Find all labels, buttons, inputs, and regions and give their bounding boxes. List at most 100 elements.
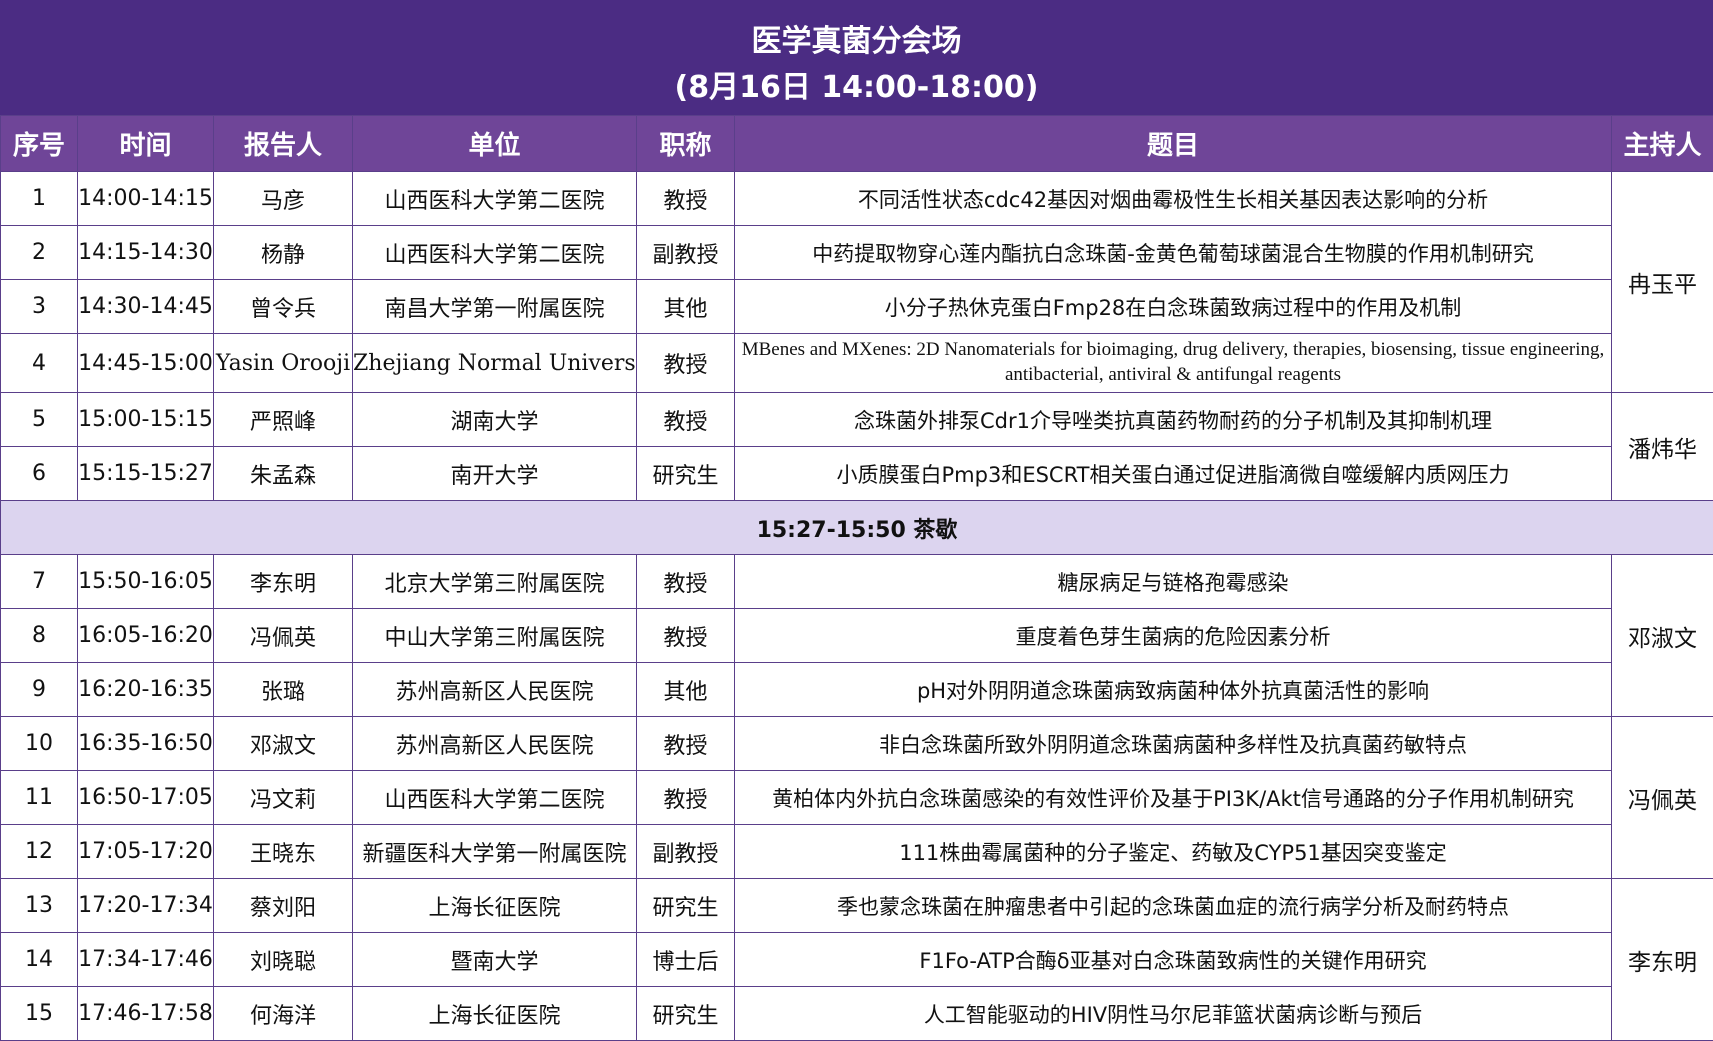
cell-no: 6 bbox=[0, 446, 78, 501]
cell-no: 12 bbox=[0, 824, 78, 879]
cell-speaker: 严照峰 bbox=[213, 392, 353, 447]
cell-org: 北京大学第三附属医院 bbox=[352, 554, 637, 609]
cell-org: 上海长征医院 bbox=[352, 986, 637, 1041]
cell-org: 山西医科大学第二医院 bbox=[352, 225, 637, 280]
table-row: 6 15:15-15:27 朱孟森 南开大学 研究生 小质膜蛋白Pmp3和ESC… bbox=[0, 446, 1713, 501]
cell-title: 副教授 bbox=[636, 225, 735, 280]
cell-org: 南开大学 bbox=[352, 446, 637, 501]
cell-no: 1 bbox=[0, 171, 78, 226]
cell-topic: 季也蒙念珠菌在肿瘤患者中引起的念珠菌血症的流行病学分析及耐药特点 bbox=[734, 878, 1612, 933]
cell-speaker: 冯佩英 bbox=[213, 608, 353, 663]
cell-time: 16:50-17:05 bbox=[77, 770, 214, 825]
cell-no: 13 bbox=[0, 878, 78, 933]
col-header-time: 时间 bbox=[77, 115, 214, 172]
cell-time: 16:05-16:20 bbox=[77, 608, 214, 663]
cell-org: 上海长征医院 bbox=[352, 878, 637, 933]
table-row: 3 14:30-14:45 曾令兵 南昌大学第一附属医院 其他 小分子热休克蛋白… bbox=[0, 279, 1713, 334]
cell-topic: pH对外阴阴道念珠菌病致病菌种体外抗真菌活性的影响 bbox=[734, 662, 1612, 717]
table-row: 12 17:05-17:20 王晓东 新疆医科大学第一附属医院 副教授 111株… bbox=[0, 824, 1713, 879]
cell-no: 15 bbox=[0, 986, 78, 1041]
cell-host: 潘炜华 bbox=[1611, 392, 1713, 501]
cell-org: 山西医科大学第二医院 bbox=[352, 770, 637, 825]
cell-time: 17:05-17:20 bbox=[77, 824, 214, 879]
cell-host: 邓淑文 bbox=[1611, 554, 1713, 717]
cell-no: 14 bbox=[0, 932, 78, 987]
cell-org: 山西医科大学第二医院 bbox=[352, 171, 637, 226]
table-row: 5 15:00-15:15 严照峰 湖南大学 教授 念珠菌外排泵Cdr1介导唑类… bbox=[0, 392, 1713, 501]
cell-title: 教授 bbox=[636, 392, 735, 447]
cell-no: 4 bbox=[0, 333, 78, 393]
cell-time: 16:35-16:50 bbox=[77, 716, 214, 771]
cell-speaker: 刘晓聪 bbox=[213, 932, 353, 987]
cell-time: 15:50-16:05 bbox=[77, 554, 214, 609]
cell-title: 其他 bbox=[636, 279, 735, 334]
cell-org: 中山大学第三附属医院 bbox=[352, 608, 637, 663]
cell-no: 3 bbox=[0, 279, 78, 334]
cell-speaker: 王晓东 bbox=[213, 824, 353, 879]
cell-topic: 小分子热休克蛋白Fmp28在白念珠菌致病过程中的作用及机制 bbox=[734, 279, 1612, 334]
cell-speaker: 马彦 bbox=[213, 171, 353, 226]
cell-title: 教授 bbox=[636, 554, 735, 609]
cell-topic: MBenes and MXenes: 2D Nanomaterials for … bbox=[734, 333, 1612, 393]
cell-no: 8 bbox=[0, 608, 78, 663]
cell-no: 2 bbox=[0, 225, 78, 280]
cell-host: 冉玉平 bbox=[1611, 171, 1713, 393]
col-header-host: 主持人 bbox=[1611, 115, 1713, 172]
cell-topic: 小质膜蛋白Pmp3和ESCRT相关蛋白通过促进脂滴微自噬缓解内质网压力 bbox=[734, 446, 1612, 501]
cell-host: 冯佩英 bbox=[1611, 716, 1713, 879]
cell-time: 14:15-14:30 bbox=[77, 225, 214, 280]
cell-speaker: 张璐 bbox=[213, 662, 353, 717]
cell-title: 其他 bbox=[636, 662, 735, 717]
cell-org: 暨南大学 bbox=[352, 932, 637, 987]
cell-time: 15:15-15:27 bbox=[77, 446, 214, 501]
cell-time: 16:20-16:35 bbox=[77, 662, 214, 717]
cell-title: 研究生 bbox=[636, 878, 735, 933]
cell-topic: 念珠菌外排泵Cdr1介导唑类抗真菌药物耐药的分子机制及其抑制机理 bbox=[734, 392, 1612, 447]
cell-time: 14:45-15:00 bbox=[77, 333, 214, 393]
cell-host: 李东明 bbox=[1611, 878, 1713, 1041]
cell-topic: 糖尿病足与链格孢霉感染 bbox=[734, 554, 1612, 609]
cell-no: 10 bbox=[0, 716, 78, 771]
cell-time: 17:46-17:58 bbox=[77, 986, 214, 1041]
table-row: 11 16:50-17:05 冯文莉 山西医科大学第二医院 教授 黄柏体内外抗白… bbox=[0, 770, 1713, 825]
cell-topic: 人工智能驱动的HIV阴性马尔尼菲篮状菌病诊断与预后 bbox=[734, 986, 1612, 1041]
cell-title: 研究生 bbox=[636, 986, 735, 1041]
cell-topic: 非白念珠菌所致外阴阴道念珠菌病菌种多样性及抗真菌药敏特点 bbox=[734, 716, 1612, 771]
cell-title: 教授 bbox=[636, 608, 735, 663]
cell-topic: 黄柏体内外抗白念珠菌感染的有效性评价及基于PI3K/Akt信号通路的分子作用机制… bbox=[734, 770, 1612, 825]
table-row: 9 16:20-16:35 张璐 苏州高新区人民医院 其他 pH对外阴阴道念珠菌… bbox=[0, 662, 1713, 717]
cell-time: 17:20-17:34 bbox=[77, 878, 214, 933]
cell-title: 研究生 bbox=[636, 446, 735, 501]
table-row: 15 17:46-17:58 何海洋 上海长征医院 研究生 人工智能驱动的HIV… bbox=[0, 986, 1713, 1041]
schedule-table: 序号 时间 报告人 单位 职称 题目 主持人 1 14:00-14:15 马彦 … bbox=[0, 115, 1713, 1041]
cell-org: 苏州高新区人民医院 bbox=[352, 662, 637, 717]
cell-title: 博士后 bbox=[636, 932, 735, 987]
cell-no: 11 bbox=[0, 770, 78, 825]
cell-no: 5 bbox=[0, 392, 78, 447]
break-row: 15:27-15:50 茶歇 bbox=[0, 500, 1713, 555]
table-row: 13 17:20-17:34 蔡刘阳 上海长征医院 研究生 季也蒙念珠菌在肿瘤患… bbox=[0, 878, 1713, 1041]
table-header-row: 序号 时间 报告人 单位 职称 题目 主持人 bbox=[0, 115, 1713, 172]
cell-speaker: 冯文莉 bbox=[213, 770, 353, 825]
table-row: 1 14:00-14:15 马彦 山西医科大学第二医院 教授 不同活性状态cdc… bbox=[0, 171, 1713, 393]
cell-org: 苏州高新区人民医院 bbox=[352, 716, 637, 771]
session-header: 医学真菌分会场 (8月16日 14:00-18:00) bbox=[0, 0, 1713, 115]
table-row: 14 17:34-17:46 刘晓聪 暨南大学 博士后 F1Fo-ATP合酶δ亚… bbox=[0, 932, 1713, 987]
cell-title: 教授 bbox=[636, 770, 735, 825]
table-row: 2 14:15-14:30 杨静 山西医科大学第二医院 副教授 中药提取物穿心莲… bbox=[0, 225, 1713, 280]
table-row: 10 16:35-16:50 邓淑文 苏州高新区人民医院 教授 非白念珠菌所致外… bbox=[0, 716, 1713, 879]
col-header-speaker: 报告人 bbox=[213, 115, 353, 172]
cell-time: 14:30-14:45 bbox=[77, 279, 214, 334]
cell-speaker: 蔡刘阳 bbox=[213, 878, 353, 933]
cell-title: 教授 bbox=[636, 333, 735, 393]
cell-org: 湖南大学 bbox=[352, 392, 637, 447]
col-header-topic: 题目 bbox=[734, 115, 1612, 172]
cell-topic: 111株曲霉属菌种的分子鉴定、药敏及CYP51基因突变鉴定 bbox=[734, 824, 1612, 879]
cell-speaker: 朱孟森 bbox=[213, 446, 353, 501]
col-header-no: 序号 bbox=[0, 115, 78, 172]
cell-org: Zhejiang Normal University bbox=[352, 333, 637, 393]
session-time: (8月16日 14:00-18:00) bbox=[674, 70, 1039, 105]
cell-title: 教授 bbox=[636, 716, 735, 771]
cell-topic: F1Fo-ATP合酶δ亚基对白念珠菌致病性的关键作用研究 bbox=[734, 932, 1612, 987]
cell-speaker: 曾令兵 bbox=[213, 279, 353, 334]
